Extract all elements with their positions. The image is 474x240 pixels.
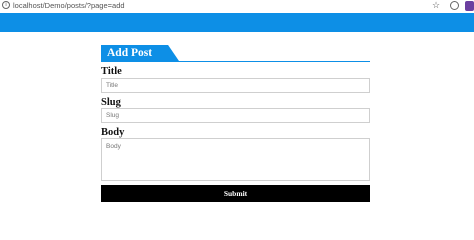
page-title: Add Post [107,47,153,59]
browser-address-bar: i localhost/Demo/posts/?page=add ☆ [0,0,474,13]
form-header: Add Post [101,45,370,62]
title-label: Title [101,66,122,77]
site-navbar [0,13,474,32]
profile-icon[interactable] [465,1,474,11]
add-post-form: Add Post Title Slug Body Submit [101,45,370,202]
body-textarea[interactable] [101,138,370,181]
address-url[interactable]: localhost/Demo/posts/?page=add [13,0,125,11]
slug-input[interactable] [101,108,370,123]
info-icon[interactable]: i [2,1,10,9]
submit-button[interactable]: Submit [101,185,370,202]
extension-icon[interactable] [450,1,459,10]
bookmark-star-icon[interactable]: ☆ [432,0,440,11]
title-input[interactable] [101,78,370,93]
